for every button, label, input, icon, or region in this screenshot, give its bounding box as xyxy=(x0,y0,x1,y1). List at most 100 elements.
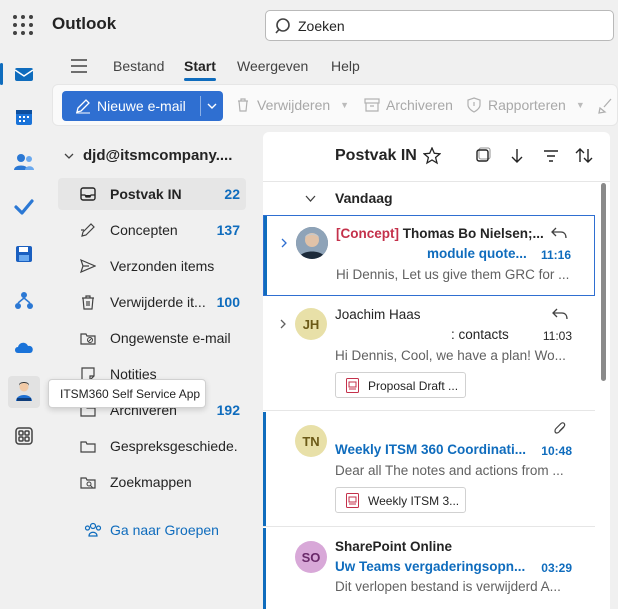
compose-icon xyxy=(76,99,90,114)
folder-count: 22 xyxy=(224,186,240,202)
message-preview: Dear all The notes and actions from ... xyxy=(335,463,564,478)
tab-help[interactable]: Help xyxy=(331,58,360,74)
select-icon[interactable] xyxy=(474,147,492,165)
message-item[interactable]: JH Joachim Haas : contacts 11:03 Hi Denn… xyxy=(263,297,595,411)
star-icon[interactable] xyxy=(423,147,441,165)
trash-icon xyxy=(238,98,248,112)
archive-button[interactable]: Archiveren xyxy=(364,97,453,113)
folder-icon xyxy=(80,441,96,453)
folder-count: 192 xyxy=(216,402,240,418)
search-input[interactable] xyxy=(298,15,598,37)
app-rail xyxy=(0,50,48,609)
message-subject: Uw Teams vergaderingsopn... xyxy=(335,559,526,574)
folder-label: Verzonden items xyxy=(110,258,215,274)
message-sender: Joachim Haas xyxy=(335,307,421,322)
folder-verwijderd[interactable]: Verwijderde it... 100 xyxy=(58,286,246,318)
chevron-down-icon: ▼ xyxy=(340,100,350,110)
tab-weergeven[interactable]: Weergeven xyxy=(237,58,308,74)
chevron-down-icon: ▼ xyxy=(575,100,585,110)
delete-button[interactable]: Verwijderen ▼ xyxy=(235,97,349,113)
reply-icon[interactable] xyxy=(551,306,569,322)
draft-icon xyxy=(81,223,95,237)
app-title: Outlook xyxy=(52,14,117,33)
title-bar: Outlook xyxy=(0,0,618,50)
tab-bestand[interactable]: Bestand xyxy=(113,58,164,74)
folder-zoekmappen[interactable]: Zoekmappen xyxy=(58,466,246,498)
new-mail-button[interactable]: Nieuwe e-mail xyxy=(62,91,223,121)
search-box[interactable] xyxy=(265,10,614,41)
search-folder-icon xyxy=(80,477,96,489)
account-name: djd@itsmcompany.... xyxy=(83,147,233,164)
org-icon[interactable] xyxy=(8,285,40,317)
sort-down-icon[interactable] xyxy=(508,147,526,165)
message-preview: Dit verlopen bestand is verwijderd A... xyxy=(335,579,561,594)
message-preview: Hi Dennis, Let us give them GRC for ... xyxy=(336,267,570,282)
avatar-initials: JH xyxy=(302,316,320,332)
avatar: TN xyxy=(295,425,327,457)
group-header-today[interactable]: Vandaag xyxy=(263,184,610,212)
folder-postvak-in[interactable]: Postvak IN 22 xyxy=(58,178,246,210)
avatar: SO xyxy=(295,541,327,573)
folder-ongewenst[interactable]: Ongewenste e-mail xyxy=(58,322,246,354)
chevron-right-icon[interactable] xyxy=(277,318,289,330)
attachment-chip[interactable]: Weekly ITSM 3... xyxy=(335,487,466,513)
message-item[interactable]: TN Weekly ITSM 360 Coordinati... 10:48 D… xyxy=(263,412,595,527)
folder-label: Postvak IN xyxy=(110,186,182,202)
report-label: Rapporteren xyxy=(488,97,566,113)
pdf-icon xyxy=(346,493,359,508)
folder-verzonden[interactable]: Verzonden items xyxy=(58,250,246,282)
todo-icon[interactable] xyxy=(8,191,40,223)
attachment-name: Weekly ITSM 3... xyxy=(368,494,460,508)
folder-count: 137 xyxy=(216,222,240,238)
onedrive-icon[interactable] xyxy=(8,331,40,363)
folder-count: 100 xyxy=(216,294,240,310)
sweep-icon[interactable] xyxy=(597,98,613,114)
scrollbar[interactable] xyxy=(601,183,606,381)
ribbon-tabs: Bestand Start Weergeven Help xyxy=(52,50,618,84)
message-time: 10:48 xyxy=(541,444,572,458)
search-icon xyxy=(275,18,290,34)
shield-icon xyxy=(467,97,481,113)
itsm-app-icon[interactable] xyxy=(8,376,40,408)
sender-name: Thomas Bo Nielsen;... xyxy=(402,226,544,241)
folder-label: Ongewenste e-mail xyxy=(110,330,231,346)
folder-concepten[interactable]: Concepten 137 xyxy=(58,214,246,246)
chevron-down-icon[interactable] xyxy=(206,100,218,112)
message-subject: module quote... xyxy=(427,246,527,261)
tab-start[interactable]: Start xyxy=(184,58,216,81)
mail-icon[interactable] xyxy=(0,58,40,90)
new-mail-label: Nieuwe e-mail xyxy=(97,98,186,114)
ribbon-toolbar: Nieuwe e-mail Verwijderen ▼ Archiveren R… xyxy=(52,84,618,126)
chevron-right-icon[interactable] xyxy=(278,237,290,249)
menu-icon[interactable] xyxy=(69,57,89,75)
report-button[interactable]: Rapporteren ▼ xyxy=(466,97,585,113)
attachment-chip[interactable]: Proposal Draft ... xyxy=(335,372,466,398)
archive-label: Archiveren xyxy=(386,97,453,113)
message-item[interactable]: SO SharePoint Online Uw Teams vergaderin… xyxy=(263,528,595,609)
archive-icon xyxy=(364,98,380,112)
sort-icon[interactable] xyxy=(575,147,593,165)
paperclip-icon xyxy=(554,422,566,434)
avatar-initials: TN xyxy=(302,433,320,449)
app-launcher-icon[interactable] xyxy=(12,14,34,36)
message-list-header: Postvak IN xyxy=(263,132,610,182)
group-label: Vandaag xyxy=(335,190,393,206)
draft-tag: [Concept] xyxy=(336,226,399,241)
folder-label: Zoekmappen xyxy=(110,474,192,490)
message-time: 11:03 xyxy=(542,329,572,343)
reply-icon[interactable] xyxy=(550,225,568,241)
filter-icon[interactable] xyxy=(542,147,560,165)
go-to-groups-link[interactable]: Ga naar Groepen xyxy=(84,522,219,538)
go-to-groups-label: Ga naar Groepen xyxy=(110,522,219,538)
list-title: Postvak IN xyxy=(335,147,417,164)
calendar-icon[interactable] xyxy=(8,101,40,133)
people-icon[interactable] xyxy=(8,146,40,178)
folder-gespreksgeschiedenis[interactable]: Gespreksgeschiede... xyxy=(58,430,246,462)
more-apps-icon[interactable] xyxy=(8,420,40,452)
message-item[interactable]: [Concept] Thomas Bo Nielsen;... module q… xyxy=(263,215,595,296)
chevron-down-icon xyxy=(305,195,316,202)
message-sender: [Concept] Thomas Bo Nielsen;... xyxy=(336,226,544,241)
groups-icon xyxy=(84,522,102,537)
save-icon[interactable] xyxy=(8,238,40,270)
account-header[interactable]: djd@itsmcompany.... xyxy=(64,147,232,164)
